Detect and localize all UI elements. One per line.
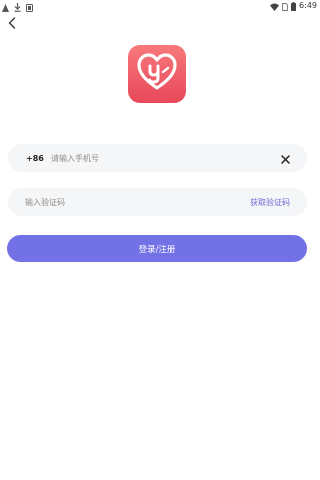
- status-bar: 6:49: [0, 0, 320, 12]
- status-bar-right: 6:49: [270, 0, 317, 11]
- app-icon: [26, 0, 33, 16]
- app-logo: [128, 45, 186, 103]
- status-bar-left: [2, 1, 33, 12]
- country-code[interactable]: +86: [26, 154, 44, 163]
- login-register-button[interactable]: 登录/注册: [7, 235, 307, 262]
- code-field: 获取验证码: [8, 188, 307, 216]
- clear-phone-button[interactable]: [279, 152, 291, 164]
- chevron-left-icon: [7, 14, 17, 33]
- sim-icon: [282, 0, 288, 15]
- status-time: 6:49: [299, 1, 317, 10]
- heart-y-logo-icon: [137, 53, 177, 95]
- verification-code-input[interactable]: [25, 188, 225, 216]
- get-code-button[interactable]: 获取验证码: [250, 197, 290, 208]
- back-button[interactable]: [3, 14, 21, 32]
- phone-input[interactable]: [51, 144, 271, 172]
- phone-field: +86: [8, 144, 307, 172]
- close-icon: [280, 149, 290, 168]
- battery-icon: [291, 0, 297, 15]
- wifi-icon: [270, 0, 280, 15]
